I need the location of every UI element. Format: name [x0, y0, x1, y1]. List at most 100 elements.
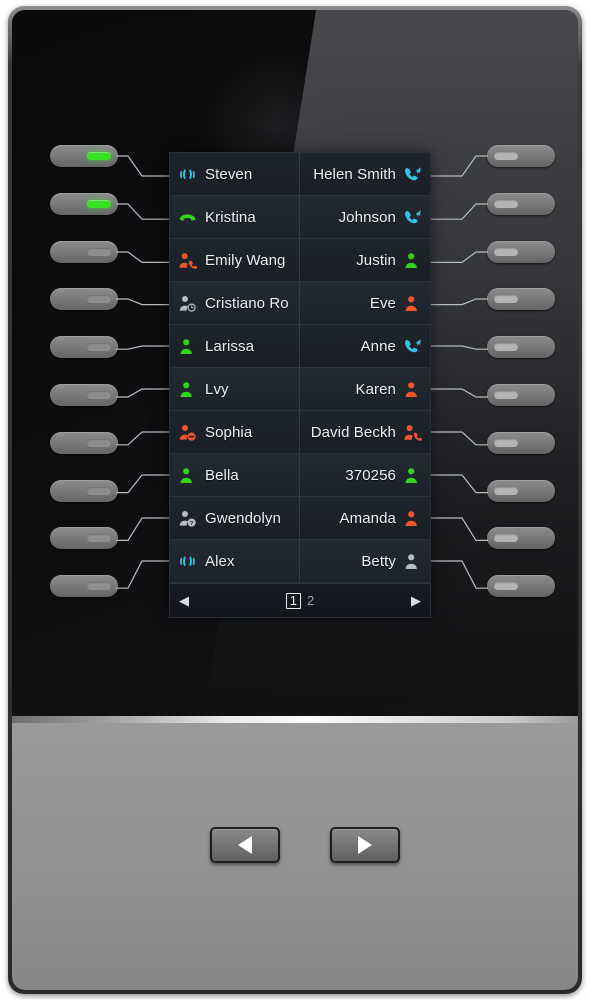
contact-entry-right[interactable]: Anne	[300, 325, 430, 367]
person-icon	[403, 251, 422, 270]
right-key-lead-2	[430, 202, 488, 221]
person-unknown-icon: ?	[178, 509, 197, 528]
right-key-led-4	[494, 295, 518, 304]
device-inner-bezel: Steven Helen Smith Kristina Johnson Emily …	[12, 10, 578, 990]
contact-entry-right[interactable]: Johnson	[300, 196, 430, 238]
contact-row: Kristina Johnson	[170, 196, 430, 239]
contact-label: Amanda	[339, 509, 396, 527]
pager-next-arrow-icon[interactable]: ▶	[411, 594, 421, 607]
contact-entry-left[interactable]: Sophia	[170, 411, 300, 453]
left-line-key-5[interactable]	[50, 336, 118, 359]
right-key-lead-7	[430, 430, 488, 447]
left-key-lead-3	[116, 250, 172, 264]
contact-entry-left[interactable]: Steven	[170, 153, 300, 195]
contact-label: Emily Wang	[205, 251, 286, 269]
left-line-key-2[interactable]	[50, 192, 118, 215]
contact-entry-left[interactable]: Larissa	[170, 325, 300, 367]
right-key-led-2	[494, 199, 518, 208]
contact-entry-left[interactable]: ? Gwendolyn	[170, 497, 300, 539]
right-line-key-10[interactable]	[487, 575, 555, 598]
left-line-key-6[interactable]	[50, 384, 118, 406]
handset-pickup-icon	[178, 208, 197, 227]
contact-row: Bella 370256	[170, 454, 430, 497]
right-line-key-6[interactable]	[487, 384, 555, 406]
contact-label: Cristiano Ro	[205, 294, 289, 312]
right-key-led-9	[494, 534, 518, 543]
contact-label: Eve	[369, 294, 396, 312]
pager-page-2[interactable]: 2	[307, 594, 314, 607]
right-line-key-2[interactable]	[487, 192, 555, 215]
contact-row: ? Gwendolyn Amanda	[170, 497, 430, 540]
contact-label: Alex	[205, 552, 235, 570]
contact-entry-left[interactable]: Alex	[170, 540, 300, 582]
left-line-key-7[interactable]	[50, 431, 118, 454]
contact-entry-right[interactable]: Betty	[300, 540, 430, 582]
contact-label: Betty	[361, 552, 396, 570]
left-line-key-10[interactable]	[50, 575, 118, 598]
pager-page-numbers: 12	[285, 592, 314, 609]
svg-text:?: ?	[190, 521, 194, 527]
contact-entry-right[interactable]: Eve	[300, 282, 430, 324]
contact-entry-left[interactable]: Kristina	[170, 196, 300, 238]
left-key-lead-6	[116, 387, 172, 399]
left-line-key-3[interactable]	[50, 240, 118, 263]
contact-entry-right[interactable]: 370256	[300, 454, 430, 496]
left-line-key-4[interactable]	[50, 288, 118, 311]
right-line-key-4[interactable]	[487, 288, 555, 311]
pager-page-1[interactable]: 1	[285, 592, 301, 609]
contact-label: Sophia	[205, 423, 253, 441]
right-key-led-1	[494, 152, 518, 160]
contact-entry-left[interactable]: Bella	[170, 454, 300, 496]
contact-entry-right[interactable]: Amanda	[300, 497, 430, 539]
right-key-lead-10	[430, 559, 488, 590]
page-prev-button[interactable]	[210, 827, 280, 863]
left-key-led-10	[87, 582, 111, 591]
contact-label: Johnson	[338, 208, 396, 226]
contact-label: Gwendolyn	[205, 509, 281, 527]
contact-row: Larissa Anne	[170, 325, 430, 368]
contact-entry-right[interactable]: David Beckh	[300, 411, 430, 453]
right-line-key-1[interactable]	[487, 145, 555, 167]
lower-gray-panel	[12, 723, 578, 990]
right-key-led-5	[494, 343, 518, 352]
left-key-led-6	[87, 391, 111, 399]
contact-label: Helen Smith	[313, 165, 396, 183]
handset-incoming-icon	[403, 165, 422, 184]
contact-entry-right[interactable]: Justin	[300, 239, 430, 281]
page-next-button[interactable]	[330, 827, 400, 863]
contact-row: Sophia David Beckh	[170, 411, 430, 454]
right-line-key-5[interactable]	[487, 336, 555, 359]
right-line-key-3[interactable]	[487, 240, 555, 263]
contact-label: Larissa	[205, 337, 255, 355]
contact-entry-left[interactable]: Emily Wang	[170, 239, 300, 281]
left-line-key-1[interactable]	[50, 145, 118, 167]
left-key-lead-9	[116, 516, 172, 542]
left-key-lead-1	[116, 154, 172, 178]
person-icon	[403, 509, 422, 528]
right-key-led-6	[494, 391, 518, 399]
left-line-key-8[interactable]	[50, 479, 118, 502]
left-line-key-9[interactable]	[50, 527, 118, 550]
left-key-led-4	[87, 295, 111, 304]
contact-entry-left[interactable]: Lvy	[170, 368, 300, 410]
left-arrow-icon	[238, 836, 252, 854]
right-arrow-icon	[358, 836, 372, 854]
intercom-icon	[178, 165, 197, 184]
person-icon	[178, 337, 197, 356]
contact-label: Bella	[205, 466, 239, 484]
pager-prev-arrow-icon[interactable]: ◀	[179, 594, 189, 607]
person-icon	[403, 466, 422, 485]
right-line-key-8[interactable]	[487, 479, 555, 502]
contact-row: Alex Betty	[170, 540, 430, 583]
right-line-key-9[interactable]	[487, 527, 555, 550]
contact-entry-left[interactable]: Cristiano Ro	[170, 282, 300, 324]
silver-divider-strip	[12, 716, 578, 723]
right-key-led-8	[494, 486, 518, 495]
right-key-lead-5	[430, 344, 488, 351]
left-key-lead-2	[116, 202, 172, 221]
intercom-icon	[178, 552, 197, 571]
contact-entry-right[interactable]: Karen	[300, 368, 430, 410]
right-key-lead-1	[430, 154, 488, 178]
contact-entry-right[interactable]: Helen Smith	[300, 153, 430, 195]
right-line-key-7[interactable]	[487, 431, 555, 454]
